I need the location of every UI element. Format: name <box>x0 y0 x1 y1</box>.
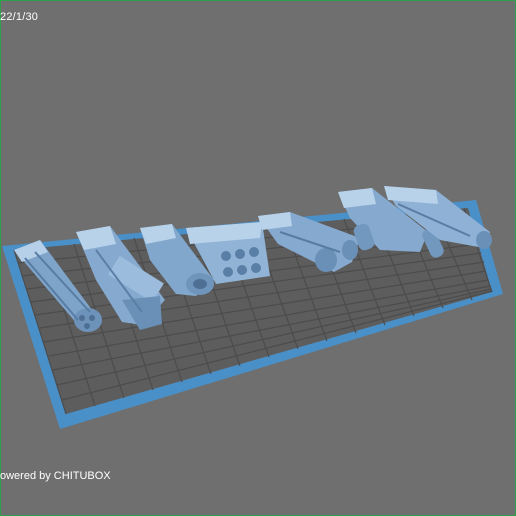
3d-viewport[interactable]: 22/1/30 owered by CHITUBOX <box>0 0 516 516</box>
footer-watermark: owered by CHITUBOX <box>0 470 111 482</box>
build-plate-scene[interactable] <box>0 0 516 516</box>
